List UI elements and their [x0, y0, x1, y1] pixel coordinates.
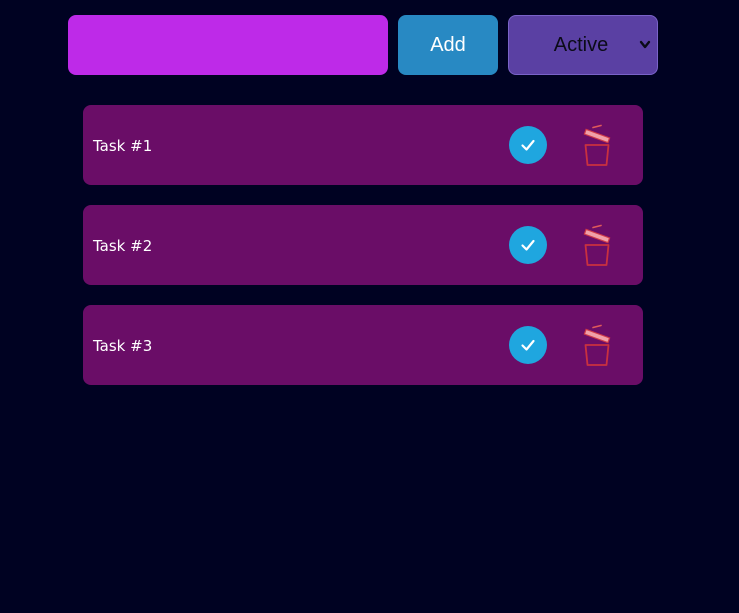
- task-label: Task #3: [93, 337, 153, 355]
- task-label: Task #2: [93, 237, 153, 255]
- chevron-down-icon: [639, 40, 651, 49]
- task-item: Task #2: [83, 205, 643, 285]
- filter-selected-label: Active: [553, 34, 609, 56]
- delete-task-button[interactable]: [581, 323, 615, 367]
- filter-select[interactable]: Active: [508, 15, 658, 75]
- add-button[interactable]: Add: [398, 15, 498, 75]
- task-label: Task #1: [93, 137, 153, 155]
- task-list: Task #1 Task #2 Task #3: [83, 105, 643, 405]
- check-icon: [521, 239, 535, 251]
- toolbar: Add Active: [68, 15, 658, 75]
- complete-task-button[interactable]: [509, 226, 547, 264]
- delete-task-button[interactable]: [581, 223, 615, 267]
- delete-task-button[interactable]: [581, 123, 615, 167]
- complete-task-button[interactable]: [509, 326, 547, 364]
- trash-icon: [583, 324, 611, 366]
- task-item: Task #3: [83, 305, 643, 385]
- todo-app: Add Active Task #1 Task #2 Task #3: [0, 0, 739, 613]
- trash-icon: [583, 224, 611, 266]
- trash-icon: [583, 124, 611, 166]
- complete-task-button[interactable]: [509, 126, 547, 164]
- check-icon: [521, 139, 535, 151]
- task-item: Task #1: [83, 105, 643, 185]
- task-input[interactable]: [68, 15, 388, 75]
- check-icon: [521, 339, 535, 351]
